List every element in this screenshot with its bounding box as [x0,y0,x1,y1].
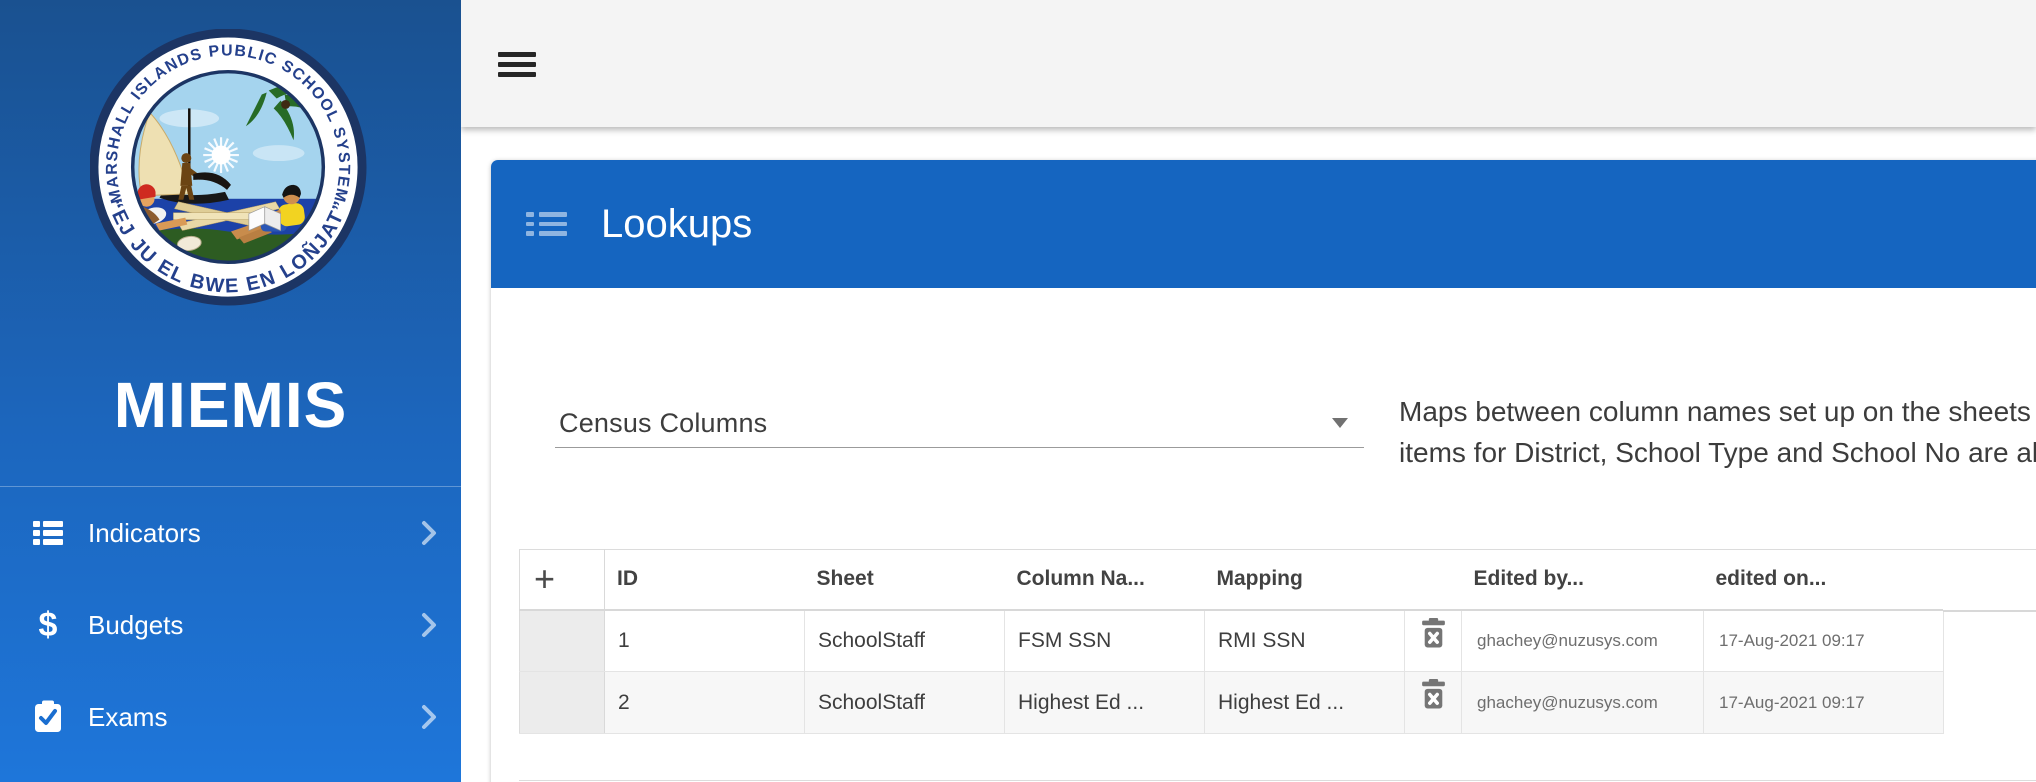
add-record-cell: + [519,549,605,611]
add-record-button[interactable]: + [534,561,555,597]
sun [203,137,239,173]
page-title: Lookups [601,201,753,246]
list-icon [526,212,568,236]
delete-row-button[interactable] [1421,679,1446,715]
sidebar-item-label: Budgets [88,609,184,640]
app-title: MIEMIS [113,369,348,441]
cell-edited-by: ghachey@nuzusys.com [1461,671,1704,734]
row-handle-cell [519,609,605,672]
lookup-type-value: Census Columns [559,408,768,438]
description-line-1: Maps between column names set up on the … [1399,396,2036,427]
column-header-edited-on[interactable]: edited on... [1703,549,1944,611]
clipboard-check-icon [33,699,63,735]
cell-mapping: Highest Ed ... [1204,671,1405,734]
dollar-icon: $ [38,606,58,644]
cell-id: 2 [604,671,805,734]
lookup-description: Maps between column names set up on the … [1399,391,2036,473]
sidebar: MARSHALL ISLANDS PUBLIC SCHOOL SYSTEM “E… [0,0,461,782]
cell-mapping: RMI SSN [1204,609,1405,672]
column-header-actions [1404,549,1462,611]
sidebar-item-budgets[interactable]: $ Budgets [0,579,461,671]
column-header-mapping[interactable]: Mapping [1204,549,1405,611]
chevron-right-icon [421,612,437,638]
lookup-type-select[interactable]: Census Columns [555,402,1364,448]
column-header-edited-by[interactable]: Edited by... [1461,549,1704,611]
topbar [461,0,2036,127]
column-header-sheet[interactable]: Sheet [804,549,1005,611]
cell-edited-on: 17-Aug-2021 09:17 [1703,609,1944,672]
hamburger-menu-icon[interactable] [498,52,536,77]
sidebar-item-label: Exams [88,701,168,732]
lookups-table: + ID Sheet Column Na... Mapping Edited b… [519,549,1944,734]
chevron-right-icon [421,520,437,546]
delete-row-button[interactable] [1421,617,1446,654]
column-header-column-name[interactable]: Column Na... [1004,549,1205,611]
cell-sheet: SchoolStaff [804,671,1005,734]
panel-header: Lookups [491,160,2036,288]
table-header-row: + ID Sheet Column Na... Mapping Edited b… [519,549,1944,611]
cell-id: 1 [604,609,805,672]
table-footer-divider [519,780,2036,781]
list-rows-icon [33,515,63,551]
cell-sheet: SchoolStaff [804,609,1005,672]
cell-actions [1404,609,1462,672]
cell-edited-by: ghachey@nuzusys.com [1461,609,1704,672]
cell-column-name: Highest Ed ... [1004,671,1205,734]
cell-column-name: FSM SSN [1004,609,1205,672]
cell-actions [1404,671,1462,734]
column-header-id[interactable]: ID [604,549,805,611]
sidebar-item-indicators[interactable]: Indicators [0,487,461,579]
table-row: 1 SchoolStaff FSM SSN RMI SSN ghachey@nu… [519,609,1944,672]
chevron-right-icon [421,704,437,730]
description-line-2: items for District, School Type and Scho… [1399,437,2036,468]
sidebar-item-label: Indicators [88,517,201,548]
sidebar-item-exams[interactable]: Exams [0,671,461,763]
row-handle-cell [519,671,605,734]
school-system-seal-logo: MARSHALL ISLANDS PUBLIC SCHOOL SYSTEM “E… [89,28,368,307]
dropdown-arrow-icon [1332,418,1348,428]
sidebar-menu: Indicators $ Budgets Exams [0,486,461,763]
table-row: 2 SchoolStaff Highest Ed ... Highest Ed … [519,671,1944,734]
cell-edited-on: 17-Aug-2021 09:17 [1703,671,1944,734]
table-header-extension [1943,549,2036,612]
